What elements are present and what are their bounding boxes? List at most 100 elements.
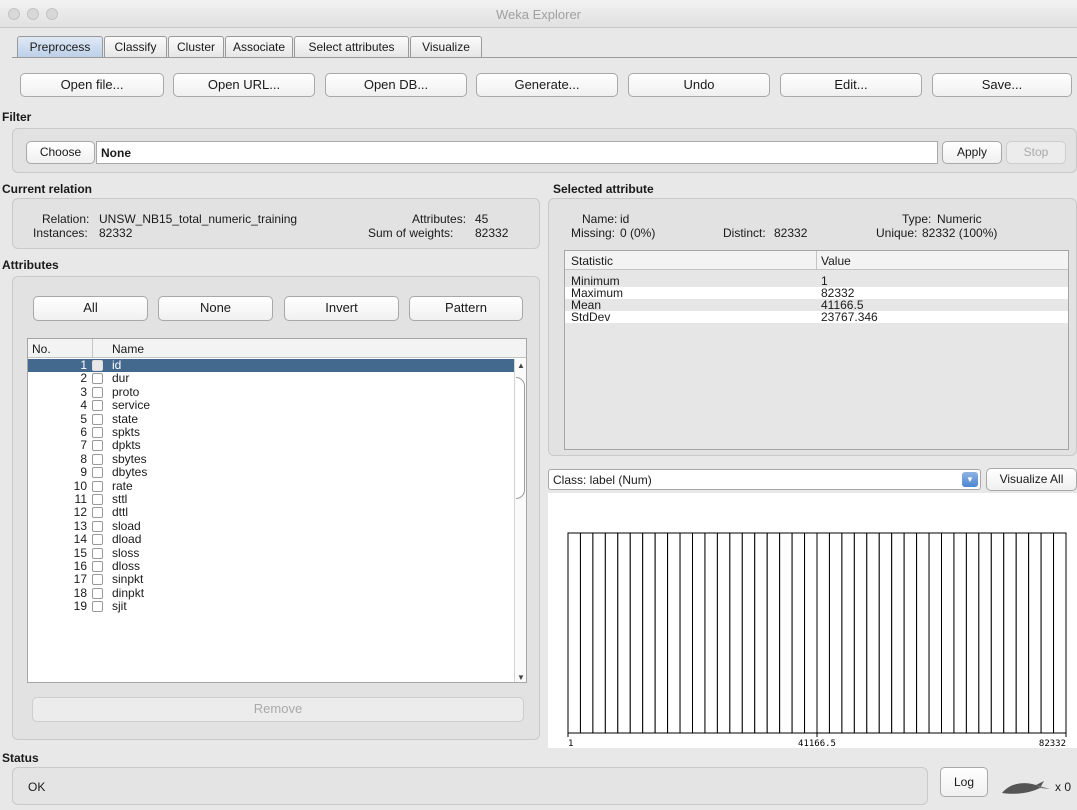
attribute-checkbox[interactable]: [92, 561, 103, 572]
attribute-row[interactable]: 18 dinpkt: [28, 585, 514, 600]
attribute-number: 2: [80, 371, 87, 386]
attribute-checkbox[interactable]: [92, 587, 103, 599]
task-count: x 0: [1055, 780, 1072, 794]
open-file-button[interactable]: Open file...: [20, 73, 164, 97]
attribute-row[interactable]: 1 id: [28, 359, 514, 373]
attribute-row[interactable]: 12 dttl: [28, 506, 514, 519]
stop-filter-button: Stop: [1006, 141, 1066, 164]
attribute-row[interactable]: 6 spkts: [28, 426, 514, 439]
class-select[interactable]: Class: label (Num) ▼: [548, 469, 981, 490]
attribute-checkbox[interactable]: [92, 547, 103, 559]
attribute-row[interactable]: 3 proto: [28, 384, 514, 399]
invert-selection-button[interactable]: Invert: [284, 296, 399, 321]
histogram-bar: [1003, 532, 1017, 734]
title-bar: Weka Explorer: [0, 0, 1077, 28]
attribute-checkbox[interactable]: [92, 360, 103, 371]
attribute-number: 19: [73, 599, 87, 614]
attributes-scrollbar[interactable]: ▲ ▼: [514, 359, 526, 682]
attribute-checkbox[interactable]: [92, 574, 103, 586]
tab-preprocess[interactable]: Preprocess: [17, 36, 103, 57]
attribute-row[interactable]: 9 dbytes: [28, 466, 514, 479]
attribute-checkbox[interactable]: [92, 386, 103, 398]
apply-filter-button[interactable]: Apply: [942, 141, 1002, 164]
tab-select-attributes[interactable]: Select attributes: [294, 36, 409, 57]
histogram-bar: [1028, 532, 1042, 734]
histogram-bar: [866, 532, 880, 734]
attribute-row[interactable]: 15 sloss: [28, 545, 514, 560]
attribute-checkbox[interactable]: [92, 427, 103, 438]
tab-visualize[interactable]: Visualize: [410, 36, 482, 57]
attribute-number: 18: [73, 585, 87, 600]
attribute-row[interactable]: 19 sjit: [28, 600, 514, 613]
attribute-row[interactable]: 7 dpkts: [28, 439, 514, 452]
attribute-row[interactable]: 2 dur: [28, 372, 514, 385]
column-header-name[interactable]: Name: [112, 342, 144, 356]
select-all-button[interactable]: All: [33, 296, 148, 321]
chevron-down-icon[interactable]: ▼: [962, 472, 978, 487]
filter-field[interactable]: None: [96, 141, 938, 164]
scrollbar-thumb[interactable]: [516, 377, 525, 499]
attribute-checkbox[interactable]: [92, 601, 103, 613]
attribute-row[interactable]: 17 sinpkt: [28, 573, 514, 586]
attribute-row[interactable]: 8 sbytes: [28, 451, 514, 466]
class-select-value: Class: label (Num): [553, 473, 652, 487]
attribute-checkbox[interactable]: [92, 400, 103, 412]
attributes-count-value: 45: [475, 212, 489, 226]
select-none-button[interactable]: None: [158, 296, 273, 321]
attribute-row[interactable]: 4 service: [28, 399, 514, 412]
histogram-bar: [978, 532, 992, 734]
attribute-checkbox[interactable]: [92, 373, 103, 385]
attribute-row[interactable]: 16 dloss: [28, 560, 514, 573]
undo-button[interactable]: Undo: [628, 73, 770, 97]
axis-label-max: 82332: [1039, 739, 1066, 748]
attribute-checkbox[interactable]: [92, 413, 103, 425]
visualize-all-button[interactable]: Visualize All: [986, 468, 1077, 491]
histogram-bar: [704, 532, 718, 734]
attribute-name: dttl: [112, 505, 129, 520]
attribute-checkbox[interactable]: [92, 494, 103, 505]
attribute-row[interactable]: 13 sload: [28, 518, 514, 533]
column-header-value[interactable]: Value: [821, 254, 851, 268]
choose-filter-button[interactable]: Choose: [26, 141, 95, 164]
attribute-checkbox[interactable]: [92, 520, 103, 532]
attribute-number: 9: [80, 465, 87, 480]
attribute-checkbox[interactable]: [92, 467, 103, 479]
attribute-checkbox[interactable]: [92, 453, 103, 465]
scroll-up-icon[interactable]: ▲: [517, 361, 525, 370]
save-button[interactable]: Save...: [932, 73, 1072, 97]
attribute-row[interactable]: 11 sttl: [28, 493, 514, 506]
attribute-checkbox[interactable]: [92, 440, 103, 452]
attribute-checkbox[interactable]: [92, 480, 103, 492]
generate-button[interactable]: Generate...: [476, 73, 618, 97]
attribute-name: dload: [112, 532, 142, 547]
statistic-row: Minimum 1: [565, 275, 1068, 287]
attribute-checkbox[interactable]: [92, 534, 103, 546]
attribute-row[interactable]: 5 state: [28, 412, 514, 426]
column-header-statistic[interactable]: Statistic: [571, 254, 613, 268]
edit-button[interactable]: Edit...: [780, 73, 922, 97]
column-header-no[interactable]: No.: [32, 342, 51, 356]
attribute-number: 8: [80, 451, 87, 466]
log-button[interactable]: Log: [940, 767, 988, 797]
attribute-number: 15: [73, 545, 87, 560]
attribute-row[interactable]: 14 dload: [28, 533, 514, 546]
histogram-bar: [928, 532, 942, 734]
weka-bird-icon[interactable]: [1000, 777, 1052, 797]
attribute-number: 3: [80, 384, 87, 399]
histogram-bar: [754, 532, 768, 734]
attribute-name: sload: [112, 518, 141, 533]
tab-cluster[interactable]: Cluster: [168, 36, 224, 57]
open-db-button[interactable]: Open DB...: [325, 73, 467, 97]
remove-attributes-button: Remove: [32, 697, 524, 722]
histogram-bar: [1053, 532, 1067, 734]
tab-associate[interactable]: Associate: [225, 36, 293, 57]
open-url-button[interactable]: Open URL...: [173, 73, 315, 97]
attribute-row[interactable]: 10 rate: [28, 478, 514, 493]
attribute-checkbox[interactable]: [92, 507, 103, 519]
attributes-table: No. Name 1 id 2 dur 3 proto 4 service 5 state 6 spk…: [27, 338, 527, 683]
pattern-select-button[interactable]: Pattern: [409, 296, 523, 321]
scroll-down-icon[interactable]: ▼: [517, 673, 525, 682]
attribute-name: rate: [112, 478, 133, 493]
tab-classify[interactable]: Classify: [104, 36, 167, 57]
histogram-bar: [766, 532, 781, 734]
